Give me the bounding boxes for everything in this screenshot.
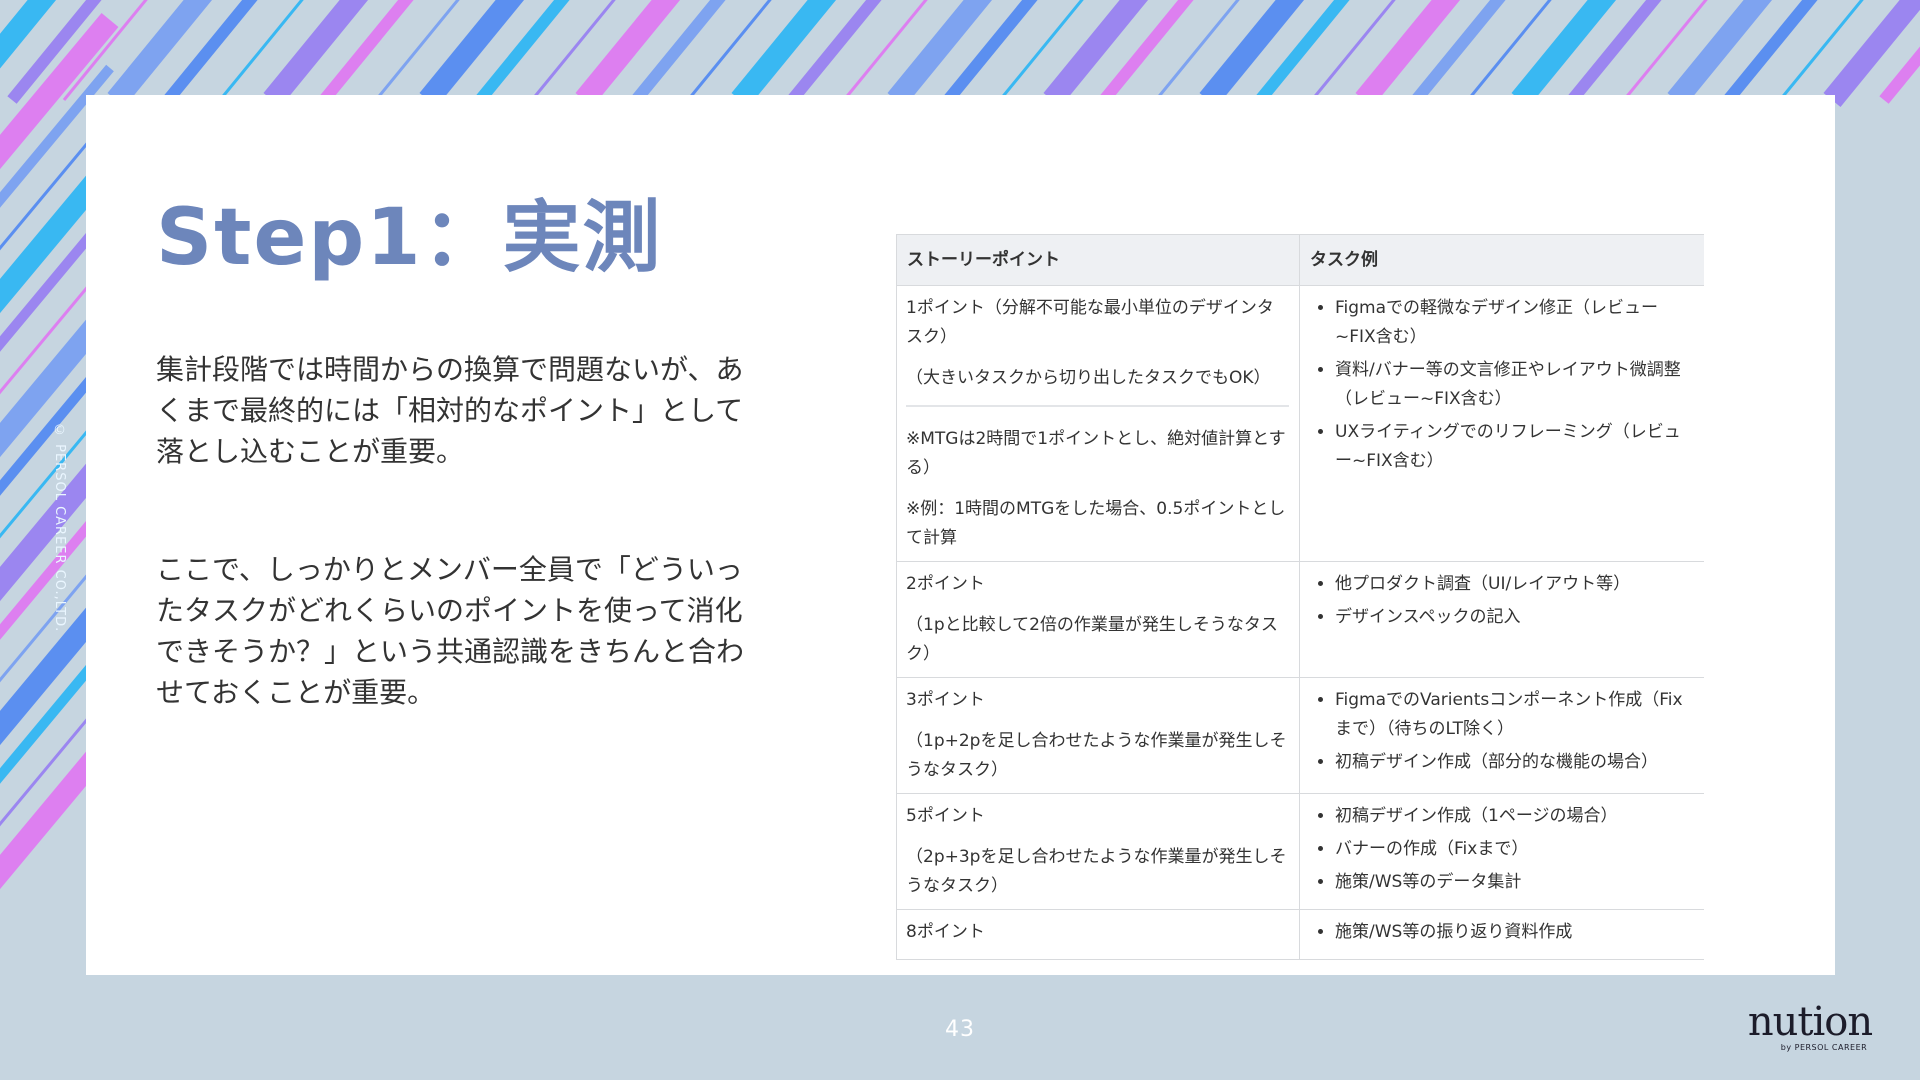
table-header-row: ストーリーポイント タスク例 bbox=[896, 234, 1704, 286]
task-list: 他プロダクト調査（UI/レイアウト等） デザインスペックの記入 bbox=[1309, 570, 1694, 632]
task-item: 施策/WS等のデータ集計 bbox=[1335, 868, 1694, 897]
task-item: UXライティングでのリフレーミング（レビュー~FIX含む） bbox=[1335, 418, 1694, 476]
point-label: 5ポイント bbox=[906, 806, 985, 826]
stripe bbox=[1667, 0, 1773, 107]
point-note: ※MTGは2時間で1ポイントとし、絶対値計算とする） bbox=[906, 429, 1286, 478]
body-paragraph-1: 集計段階では時間からの換算で問題ないが、あくまで最終的には「相対的なポイント」と… bbox=[156, 353, 744, 468]
point-label: 8ポイント bbox=[906, 922, 985, 942]
task-list: 施策/WS等の振り返り資料作成 bbox=[1309, 918, 1694, 947]
point-cell: 2ポイント （1pと比較して2倍の作業量が発生しそうなタスク） bbox=[896, 561, 1300, 678]
task-list: FigmaでのVarientsコンポーネント作成（Fixまで）（待ちのLT除く）… bbox=[1309, 686, 1694, 777]
table-row: 8ポイント 施策/WS等の振り返り資料作成 bbox=[896, 909, 1704, 960]
task-item: 初稿デザイン作成（1ページの場合） bbox=[1335, 802, 1694, 831]
table-row: 1ポイント（分解不可能な最小単位のデザインタスク） （大きいタスクから切り出した… bbox=[896, 285, 1704, 562]
story-point-table-container: ストーリーポイント タスク例 1ポイント（分解不可能な最小単位のデザインタスク）… bbox=[896, 234, 1704, 975]
point-label: 1ポイント（分解不可能な最小単位のデザインタスク） bbox=[906, 298, 1274, 347]
task-item: 初稿デザイン作成（部分的な機能の場合） bbox=[1335, 748, 1694, 777]
copyright-text: © PERSOL CAREER CO.,LTD. bbox=[52, 423, 67, 633]
stripe bbox=[1199, 0, 1305, 107]
point-description: （1p+2pを足し合わせたような作業量が発生しそうなタスク） bbox=[906, 731, 1287, 780]
stripe bbox=[419, 0, 525, 107]
point-cell: 3ポイント （1p+2pを足し合わせたような作業量が発生しそうなタスク） bbox=[896, 677, 1300, 794]
stripe bbox=[887, 0, 993, 107]
point-cell: 8ポイント bbox=[896, 909, 1300, 960]
task-item: バナーの作成（Fixまで） bbox=[1335, 835, 1694, 864]
point-cell: 5ポイント （2p+3pを足し合わせたような作業量が発生しそうなタスク） bbox=[896, 793, 1300, 910]
tasks-cell: Figmaでの軽微なデザイン修正（レビュー~FIX含む） 資料/バナー等の文言修… bbox=[1299, 285, 1704, 562]
logo-wordmark: nution bbox=[1748, 1003, 1872, 1045]
slide-card: Step1：実測 集計段階では時間からの換算で問題ないが、あくまで最終的には「相… bbox=[86, 95, 1835, 975]
point-label: 3ポイント bbox=[906, 690, 985, 710]
stripe bbox=[1823, 0, 1920, 107]
tasks-cell: 施策/WS等の振り返り資料作成 bbox=[1299, 909, 1704, 960]
stripe bbox=[1355, 0, 1461, 107]
task-item: FigmaでのVarientsコンポーネント作成（Fixまで）（待ちのLT除く） bbox=[1335, 686, 1694, 744]
task-item: デザインスペックの記入 bbox=[1335, 603, 1694, 632]
header-task-examples: タスク例 bbox=[1299, 234, 1704, 286]
slide-title: Step1：実測 bbox=[156, 193, 663, 283]
task-list: Figmaでの軽微なデザイン修正（レビュー~FIX含む） 資料/バナー等の文言修… bbox=[1309, 294, 1694, 476]
point-description: （2p+3pを足し合わせたような作業量が発生しそうなタスク） bbox=[906, 847, 1287, 896]
stripe bbox=[731, 0, 837, 107]
divider bbox=[906, 405, 1289, 407]
point-description: （大きいタスクから切り出したタスクでもOK） bbox=[906, 368, 1271, 388]
tasks-cell: 初稿デザイン作成（1ページの場合） バナーの作成（Fixまで） 施策/WS等のデ… bbox=[1299, 793, 1704, 910]
header-story-point: ストーリーポイント bbox=[896, 234, 1300, 286]
task-item: Figmaでの軽微なデザイン修正（レビュー~FIX含む） bbox=[1335, 294, 1694, 352]
page-number: 43 bbox=[945, 1017, 975, 1042]
task-list: 初稿デザイン作成（1ページの場合） バナーの作成（Fixまで） 施策/WS等のデ… bbox=[1309, 802, 1694, 897]
stripe bbox=[263, 0, 369, 107]
table-row: 5ポイント （2p+3pを足し合わせたような作業量が発生しそうなタスク） 初稿デ… bbox=[896, 793, 1704, 910]
point-label: 2ポイント bbox=[906, 574, 985, 594]
nution-logo: nution by PERSOL CAREER bbox=[1748, 1003, 1873, 1052]
stripe bbox=[1511, 0, 1617, 107]
logo-subtitle: by PERSOL CAREER bbox=[1781, 1043, 1867, 1052]
tasks-cell: FigmaでのVarientsコンポーネント作成（Fixまで）（待ちのLT除く）… bbox=[1299, 677, 1704, 794]
stripe bbox=[1043, 0, 1149, 107]
stripe bbox=[107, 0, 213, 107]
body-paragraph-2: ここで、しっかりとメンバー全員で「どういったタスクがどれくらいのポイントを使って… bbox=[156, 553, 745, 709]
point-description: （1pと比較して2倍の作業量が発生しそうなタスク） bbox=[906, 615, 1278, 664]
table-row: 2ポイント （1pと比較して2倍の作業量が発生しそうなタスク） 他プロダクト調査… bbox=[896, 561, 1704, 678]
point-note: ※例：1時間のMTGをした場合、0.5ポイントとして計算 bbox=[906, 499, 1286, 548]
story-point-table: ストーリーポイント タスク例 1ポイント（分解不可能な最小単位のデザインタスク）… bbox=[896, 234, 1704, 960]
task-item: 施策/WS等の振り返り資料作成 bbox=[1335, 918, 1694, 947]
task-item: 他プロダクト調査（UI/レイアウト等） bbox=[1335, 570, 1694, 599]
stripe bbox=[575, 0, 681, 107]
tasks-cell: 他プロダクト調査（UI/レイアウト等） デザインスペックの記入 bbox=[1299, 561, 1704, 678]
table-row: 3ポイント （1p+2pを足し合わせたような作業量が発生しそうなタスク） Fig… bbox=[896, 677, 1704, 794]
task-item: 資料/バナー等の文言修正やレイアウト微調整（レビュー~FIX含む） bbox=[1335, 356, 1694, 414]
point-cell: 1ポイント（分解不可能な最小単位のデザインタスク） （大きいタスクから切り出した… bbox=[896, 285, 1300, 562]
